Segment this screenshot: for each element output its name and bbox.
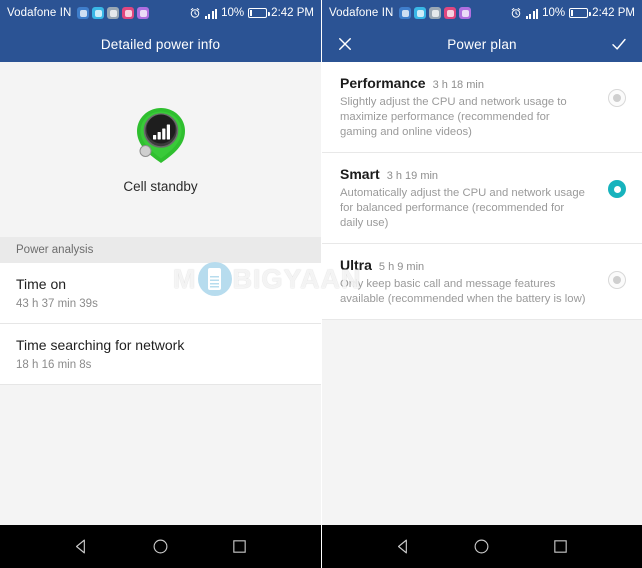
clock-label: 2:42 PM [592, 7, 635, 19]
cell-standby-label: Cell standby [123, 178, 198, 194]
close-icon[interactable] [336, 35, 354, 53]
signal-bars-icon [525, 8, 539, 19]
plan-head: Performance 3 h 18 min [340, 75, 598, 91]
plan-time: 5 h 9 min [378, 261, 425, 273]
cell-standby-icon [136, 107, 185, 163]
power-plan-list: Performance 3 h 18 min Slightly adjust t… [322, 62, 642, 320]
battery-icon [569, 8, 591, 18]
android-navigation-bar [322, 525, 642, 568]
back-triangle-icon[interactable] [73, 538, 90, 555]
plan-name: Ultra [340, 257, 372, 273]
notification-icon-5 [137, 7, 150, 19]
table-row[interactable]: Time searching for network 18 h 16 min 8… [0, 324, 321, 385]
android-navigation-bar [0, 525, 321, 568]
plan-name: Smart [340, 166, 380, 182]
notification-icon-3 [429, 7, 442, 19]
cell-standby-hero: Cell standby [0, 62, 321, 237]
page-title: Power plan [447, 36, 517, 52]
notification-icon-4 [444, 7, 457, 19]
plan-description: Only keep basic call and message feature… [340, 278, 586, 305]
plan-time: 3 h 19 min [386, 170, 439, 182]
dual-screenshot: Vodafone IN 10% 2:42 PM Detailed power i… [0, 0, 642, 568]
status-bar-right: 10% 2:42 PM [189, 7, 314, 19]
notification-icon-2 [414, 7, 427, 19]
plan-text: Smart 3 h 19 min Automatically adjust th… [340, 166, 608, 231]
notification-icon-5 [459, 7, 472, 19]
row-title: Time searching for network [16, 337, 185, 353]
right-app-bar: Power plan [322, 26, 642, 62]
plan-option-smart[interactable]: Smart 3 h 19 min Automatically adjust th… [322, 153, 642, 244]
notification-icon-1 [77, 7, 90, 19]
radio-button-ultra[interactable] [608, 271, 626, 289]
status-bar: Vodafone IN 10% 2:42 PM [0, 0, 321, 26]
page-title: Detailed power info [100, 36, 221, 52]
notification-icon-3 [107, 7, 120, 19]
plan-head: Ultra 5 h 9 min [340, 257, 598, 273]
plan-name: Performance [340, 75, 426, 91]
carrier-label: Vodafone IN [329, 7, 394, 19]
recents-square-icon[interactable] [231, 538, 248, 555]
radio-button-smart[interactable] [608, 180, 626, 198]
power-analysis-label: Power analysis [16, 244, 94, 256]
row-value: 18 h 16 min 8s [16, 359, 92, 371]
carrier-label: Vodafone IN [7, 7, 72, 19]
plan-head: Smart 3 h 19 min [340, 166, 598, 182]
plan-text: Performance 3 h 18 min Slightly adjust t… [340, 75, 608, 140]
plan-time: 3 h 18 min [432, 79, 484, 91]
row-value: 43 h 37 min 39s [16, 298, 98, 310]
battery-icon [248, 8, 270, 18]
row-title: Time on [16, 276, 67, 292]
battery-percent-label: 10% [542, 7, 566, 19]
home-circle-icon[interactable] [152, 538, 169, 555]
notification-icon-4 [122, 7, 135, 19]
status-bar: Vodafone IN 10% 2:42 PM [322, 0, 642, 26]
status-bar-right: 10% 2:42 PM [510, 7, 635, 19]
plan-description: Slightly adjust the CPU and network usag… [340, 96, 567, 138]
home-circle-icon[interactable] [473, 538, 490, 555]
back-triangle-icon[interactable] [395, 538, 412, 555]
plan-option-ultra[interactable]: Ultra 5 h 9 min Only keep basic call and… [322, 244, 642, 320]
notification-icons [399, 7, 472, 19]
power-analysis-list: Time on 43 h 37 min 39s Time searching f… [0, 263, 321, 385]
notification-icons [77, 7, 150, 19]
check-icon[interactable] [610, 35, 628, 53]
plan-option-performance[interactable]: Performance 3 h 18 min Slightly adjust t… [322, 62, 642, 153]
signal-bars-icon [204, 8, 218, 19]
power-analysis-header: Power analysis [0, 237, 321, 263]
plan-description: Automatically adjust the CPU and network… [340, 187, 585, 229]
table-row[interactable]: Time on 43 h 37 min 39s [0, 263, 321, 324]
radio-button-performance[interactable] [608, 89, 626, 107]
notification-icon-1 [399, 7, 412, 19]
alarm-clock-icon [511, 8, 520, 18]
left-phone-screen: Vodafone IN 10% 2:42 PM Detailed power i… [0, 0, 321, 568]
plan-text: Ultra 5 h 9 min Only keep basic call and… [340, 257, 608, 307]
alarm-clock-icon [190, 8, 199, 18]
notification-icon-2 [92, 7, 105, 19]
clock-label: 2:42 PM [271, 7, 314, 19]
right-phone-screen: Vodafone IN 10% 2:42 PM Power plan Perfo… [321, 0, 642, 568]
recents-square-icon[interactable] [552, 538, 569, 555]
battery-percent-label: 10% [221, 7, 245, 19]
left-app-bar: Detailed power info [0, 26, 321, 62]
